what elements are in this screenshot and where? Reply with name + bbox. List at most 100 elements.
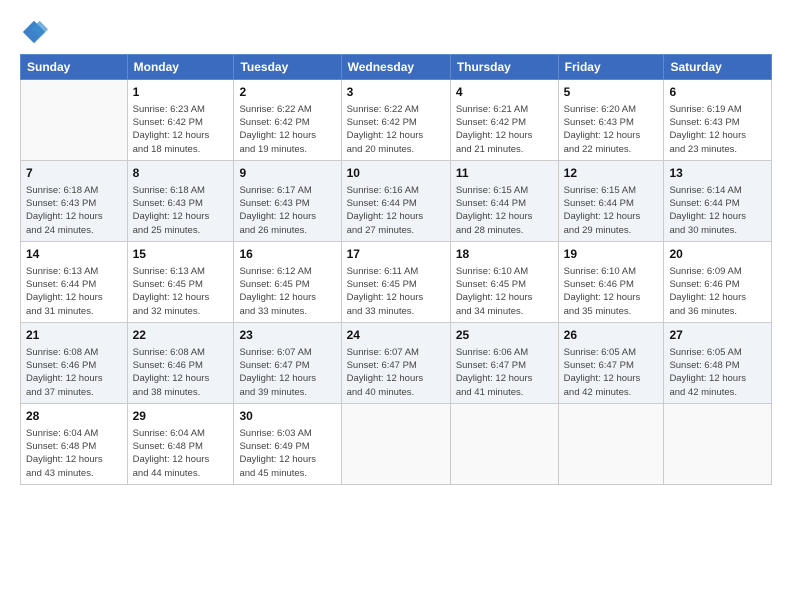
day-number: 22 bbox=[133, 327, 229, 344]
day-number: 25 bbox=[456, 327, 553, 344]
day-number: 30 bbox=[239, 408, 335, 425]
day-info: Sunrise: 6:11 AM Sunset: 6:45 PM Dayligh… bbox=[347, 265, 445, 318]
day-info: Sunrise: 6:08 AM Sunset: 6:46 PM Dayligh… bbox=[26, 346, 122, 399]
calendar-cell bbox=[558, 403, 664, 484]
calendar-cell: 17 Sunrise: 6:11 AM Sunset: 6:45 PM Dayli… bbox=[341, 241, 450, 322]
calendar-cell: 14 Sunrise: 6:13 AM Sunset: 6:44 PM Dayli… bbox=[21, 241, 128, 322]
calendar-cell: 16 Sunrise: 6:12 AM Sunset: 6:45 PM Dayli… bbox=[234, 241, 341, 322]
weekday-wednesday: Wednesday bbox=[341, 55, 450, 80]
day-number: 5 bbox=[564, 84, 659, 101]
calendar-cell: 6 Sunrise: 6:19 AM Sunset: 6:43 PM Daylig… bbox=[664, 80, 772, 161]
day-number: 17 bbox=[347, 246, 445, 263]
calendar-cell: 13Sunrise: 6:14 AM Sunset: 6:44 PM Dayli… bbox=[664, 160, 772, 241]
calendar-cell: 22 Sunrise: 6:08 AM Sunset: 6:46 PM Dayli… bbox=[127, 322, 234, 403]
calendar-cell bbox=[450, 403, 558, 484]
weekday-tuesday: Tuesday bbox=[234, 55, 341, 80]
calendar-cell: 1 Sunrise: 6:23 AM Sunset: 6:42 PM Daylig… bbox=[127, 80, 234, 161]
logo bbox=[20, 18, 52, 46]
day-info: Sunrise: 6:19 AM Sunset: 6:43 PM Dayligh… bbox=[669, 103, 766, 156]
day-info: Sunrise: 6:18 AM Sunset: 6:43 PM Dayligh… bbox=[26, 184, 122, 237]
calendar-body: 1 Sunrise: 6:23 AM Sunset: 6:42 PM Daylig… bbox=[21, 80, 772, 485]
weekday-monday: Monday bbox=[127, 55, 234, 80]
day-number: 27 bbox=[669, 327, 766, 344]
day-info: Sunrise: 6:22 AM Sunset: 6:42 PM Dayligh… bbox=[347, 103, 445, 156]
calendar-cell: 30 Sunrise: 6:03 AM Sunset: 6:49 PM Dayli… bbox=[234, 403, 341, 484]
day-number: 20 bbox=[669, 246, 766, 263]
calendar-cell: 21 Sunrise: 6:08 AM Sunset: 6:46 PM Dayli… bbox=[21, 322, 128, 403]
day-number: 7 bbox=[26, 165, 122, 182]
day-info: Sunrise: 6:21 AM Sunset: 6:42 PM Dayligh… bbox=[456, 103, 553, 156]
day-number: 14 bbox=[26, 246, 122, 263]
day-info: Sunrise: 6:08 AM Sunset: 6:46 PM Dayligh… bbox=[133, 346, 229, 399]
calendar-cell: 24 Sunrise: 6:07 AM Sunset: 6:47 PM Dayli… bbox=[341, 322, 450, 403]
day-number: 16 bbox=[239, 246, 335, 263]
day-info: Sunrise: 6:22 AM Sunset: 6:42 PM Dayligh… bbox=[239, 103, 335, 156]
day-number: 10 bbox=[347, 165, 445, 182]
day-number: 9 bbox=[239, 165, 335, 182]
day-number: 13 bbox=[669, 165, 766, 182]
calendar-table: SundayMondayTuesdayWednesdayThursdayFrid… bbox=[20, 54, 772, 485]
weekday-friday: Friday bbox=[558, 55, 664, 80]
day-number: 24 bbox=[347, 327, 445, 344]
day-number: 8 bbox=[133, 165, 229, 182]
page: SundayMondayTuesdayWednesdayThursdayFrid… bbox=[0, 0, 792, 495]
day-number: 21 bbox=[26, 327, 122, 344]
header bbox=[20, 18, 772, 46]
day-number: 18 bbox=[456, 246, 553, 263]
logo-icon bbox=[20, 18, 48, 46]
day-info: Sunrise: 6:06 AM Sunset: 6:47 PM Dayligh… bbox=[456, 346, 553, 399]
calendar-cell: 10 Sunrise: 6:16 AM Sunset: 6:44 PM Dayli… bbox=[341, 160, 450, 241]
day-info: Sunrise: 6:13 AM Sunset: 6:44 PM Dayligh… bbox=[26, 265, 122, 318]
day-info: Sunrise: 6:17 AM Sunset: 6:43 PM Dayligh… bbox=[239, 184, 335, 237]
weekday-sunday: Sunday bbox=[21, 55, 128, 80]
day-number: 26 bbox=[564, 327, 659, 344]
day-info: Sunrise: 6:03 AM Sunset: 6:49 PM Dayligh… bbox=[239, 427, 335, 480]
calendar-cell: 11 Sunrise: 6:15 AM Sunset: 6:44 PM Dayli… bbox=[450, 160, 558, 241]
calendar-cell: 2Sunrise: 6:22 AM Sunset: 6:42 PM Daylig… bbox=[234, 80, 341, 161]
calendar-cell bbox=[664, 403, 772, 484]
calendar-cell: 12Sunrise: 6:15 AM Sunset: 6:44 PM Dayli… bbox=[558, 160, 664, 241]
day-number: 29 bbox=[133, 408, 229, 425]
day-number: 28 bbox=[26, 408, 122, 425]
week-row-4: 21 Sunrise: 6:08 AM Sunset: 6:46 PM Dayli… bbox=[21, 322, 772, 403]
calendar-cell: 20 Sunrise: 6:09 AM Sunset: 6:46 PM Dayli… bbox=[664, 241, 772, 322]
day-info: Sunrise: 6:09 AM Sunset: 6:46 PM Dayligh… bbox=[669, 265, 766, 318]
weekday-saturday: Saturday bbox=[664, 55, 772, 80]
day-info: Sunrise: 6:07 AM Sunset: 6:47 PM Dayligh… bbox=[239, 346, 335, 399]
day-number: 6 bbox=[669, 84, 766, 101]
day-info: Sunrise: 6:05 AM Sunset: 6:47 PM Dayligh… bbox=[564, 346, 659, 399]
day-info: Sunrise: 6:15 AM Sunset: 6:44 PM Dayligh… bbox=[456, 184, 553, 237]
day-info: Sunrise: 6:20 AM Sunset: 6:43 PM Dayligh… bbox=[564, 103, 659, 156]
calendar-header: SundayMondayTuesdayWednesdayThursdayFrid… bbox=[21, 55, 772, 80]
day-number: 3 bbox=[347, 84, 445, 101]
calendar-cell: 27 Sunrise: 6:05 AM Sunset: 6:48 PM Dayli… bbox=[664, 322, 772, 403]
day-info: Sunrise: 6:12 AM Sunset: 6:45 PM Dayligh… bbox=[239, 265, 335, 318]
calendar-cell: 8 Sunrise: 6:18 AM Sunset: 6:43 PM Daylig… bbox=[127, 160, 234, 241]
calendar-cell: 29 Sunrise: 6:04 AM Sunset: 6:48 PM Dayli… bbox=[127, 403, 234, 484]
calendar-cell: 15 Sunrise: 6:13 AM Sunset: 6:45 PM Dayli… bbox=[127, 241, 234, 322]
weekday-thursday: Thursday bbox=[450, 55, 558, 80]
week-row-2: 7 Sunrise: 6:18 AM Sunset: 6:43 PM Daylig… bbox=[21, 160, 772, 241]
day-info: Sunrise: 6:05 AM Sunset: 6:48 PM Dayligh… bbox=[669, 346, 766, 399]
calendar-cell: 4Sunrise: 6:21 AM Sunset: 6:42 PM Daylig… bbox=[450, 80, 558, 161]
calendar-cell bbox=[21, 80, 128, 161]
day-info: Sunrise: 6:04 AM Sunset: 6:48 PM Dayligh… bbox=[133, 427, 229, 480]
day-info: Sunrise: 6:16 AM Sunset: 6:44 PM Dayligh… bbox=[347, 184, 445, 237]
calendar-cell: 23Sunrise: 6:07 AM Sunset: 6:47 PM Dayli… bbox=[234, 322, 341, 403]
day-info: Sunrise: 6:23 AM Sunset: 6:42 PM Dayligh… bbox=[133, 103, 229, 156]
day-info: Sunrise: 6:04 AM Sunset: 6:48 PM Dayligh… bbox=[26, 427, 122, 480]
day-info: Sunrise: 6:18 AM Sunset: 6:43 PM Dayligh… bbox=[133, 184, 229, 237]
day-number: 11 bbox=[456, 165, 553, 182]
calendar-cell: 7 Sunrise: 6:18 AM Sunset: 6:43 PM Daylig… bbox=[21, 160, 128, 241]
calendar-cell: 5 Sunrise: 6:20 AM Sunset: 6:43 PM Daylig… bbox=[558, 80, 664, 161]
day-info: Sunrise: 6:07 AM Sunset: 6:47 PM Dayligh… bbox=[347, 346, 445, 399]
calendar-cell: 28 Sunrise: 6:04 AM Sunset: 6:48 PM Dayli… bbox=[21, 403, 128, 484]
calendar-cell: 9 Sunrise: 6:17 AM Sunset: 6:43 PM Daylig… bbox=[234, 160, 341, 241]
day-number: 15 bbox=[133, 246, 229, 263]
day-info: Sunrise: 6:10 AM Sunset: 6:45 PM Dayligh… bbox=[456, 265, 553, 318]
week-row-5: 28 Sunrise: 6:04 AM Sunset: 6:48 PM Dayli… bbox=[21, 403, 772, 484]
day-number: 1 bbox=[133, 84, 229, 101]
day-info: Sunrise: 6:13 AM Sunset: 6:45 PM Dayligh… bbox=[133, 265, 229, 318]
calendar-cell bbox=[341, 403, 450, 484]
week-row-1: 1 Sunrise: 6:23 AM Sunset: 6:42 PM Daylig… bbox=[21, 80, 772, 161]
